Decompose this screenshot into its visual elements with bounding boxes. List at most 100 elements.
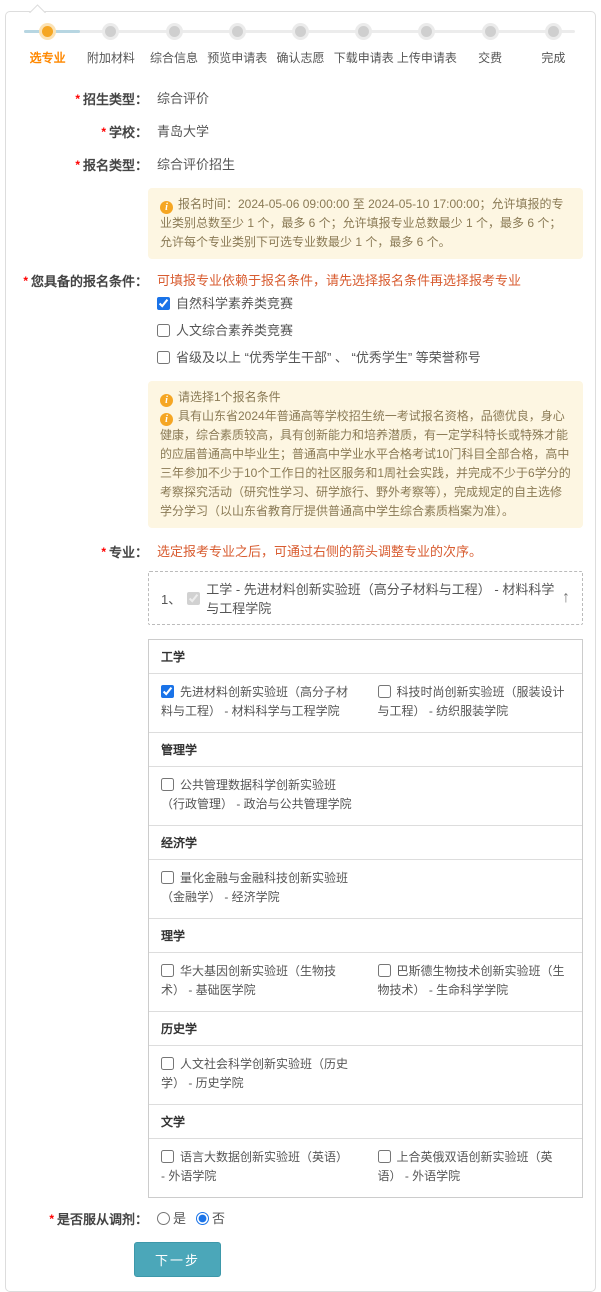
- stepper-steps: 选专业附加材料综合信息预览申请表确认志愿下载申请表上传申请表交费完成: [16, 25, 585, 66]
- condition-checkbox[interactable]: [157, 351, 170, 364]
- major-category-items: 华大基因创新实验班（生物技术） - 基础医学院 巴斯德生物技术创新实验班（生物技术…: [149, 952, 582, 1011]
- major-table: 工学先进材料创新实验班（高分子材料与工程） - 材料科学与工程学院科技时尚创新实…: [148, 639, 583, 1198]
- major-category-items: 语言大数据创新实验班（英语） - 外语学院上合英俄双语创新实验班（英语） - 外…: [149, 1138, 582, 1197]
- required-mark: *: [75, 158, 80, 172]
- condition-option-label: 省级及以上 “优秀学生干部” 、 “优秀学生” 等荣誉称号: [176, 350, 481, 365]
- conditions-hint: 可填报专业依赖于报名条件，请先选择报名条件再选择报考专业: [157, 271, 595, 291]
- condition-option-label: 人文综合素养类竞赛: [176, 323, 293, 338]
- stepper-step: 下载申请表: [332, 25, 395, 66]
- selected-major-checkbox: [187, 592, 200, 605]
- condition-option[interactable]: 人文综合素养类竞赛: [157, 321, 595, 341]
- major-option-label: 公共管理数据科学创新实验班（行政管理） - 政治与公共管理学院: [161, 778, 352, 811]
- major-category-header: 文学: [149, 1104, 582, 1138]
- step-label: 预览申请表: [206, 49, 269, 66]
- field-row-school: *学校： 青岛大学: [6, 122, 595, 143]
- required-mark: *: [23, 274, 28, 288]
- major-checkbox[interactable]: [161, 1150, 174, 1163]
- up-arrow-icon[interactable]: ↑: [562, 590, 570, 606]
- application-wizard-panel: 选专业附加材料综合信息预览申请表确认志愿下载申请表上传申请表交费完成 *招生类型…: [5, 11, 596, 1292]
- step-label: 选专业: [16, 49, 79, 66]
- info-icon: i: [160, 413, 173, 426]
- progress-stepper: 选专业附加材料综合信息预览申请表确认志愿下载申请表上传申请表交费完成: [6, 12, 595, 67]
- notice-line-text: 请选择1个报名条件: [178, 390, 281, 404]
- adjustment-option[interactable]: 是: [157, 1211, 186, 1226]
- selected-major-text: 工学 - 先进材料创新实验班（高分子材料与工程） - 材料科学与工程学院: [206, 579, 562, 617]
- major-option-label: 华大基因创新实验班（生物技术） - 基础医学院: [161, 964, 336, 997]
- required-mark: *: [49, 1212, 54, 1226]
- major-option[interactable]: 公共管理数据科学创新实验班（行政管理） - 政治与公共管理学院: [149, 771, 366, 819]
- step-label: 下载申请表: [332, 49, 395, 66]
- selected-major-item: 1、工学 - 先进材料创新实验班（高分子材料与工程） - 材料科学与工程学院↑: [148, 571, 583, 625]
- next-step-button[interactable]: 下一步: [134, 1242, 221, 1277]
- notice-line: i具有山东省2024年普通高等学校招生统一考试报名资格，品德优良，身心健康，综合…: [160, 407, 571, 521]
- condition-option[interactable]: 省级及以上 “优秀学生干部” 、 “优秀学生” 等荣誉称号: [157, 348, 595, 368]
- major-option[interactable]: 人文社会科学创新实验班（历史学） - 历史学院: [149, 1050, 366, 1098]
- adjustment-option-label: 是: [173, 1211, 186, 1226]
- major-category-header: 工学: [149, 640, 582, 673]
- adjustment-option[interactable]: 否: [196, 1211, 225, 1226]
- major-row: *专业： 选定报考专业之后，可通过右侧的箭头调整专业的次序。: [6, 542, 595, 563]
- major-option[interactable]: 华大基因创新实验班（生物技术） - 基础医学院: [149, 957, 366, 1005]
- stepper-step: 交费: [459, 25, 522, 66]
- stepper-step: 附加材料: [79, 25, 142, 66]
- major-option[interactable]: 量化金融与金融科技创新实验班（金融学） - 经济学院: [149, 864, 366, 912]
- recruit-type-label: *招生类型：: [6, 89, 148, 110]
- step-label: 确认志愿: [269, 49, 332, 66]
- major-category-header: 理学: [149, 918, 582, 952]
- major-category-items: 量化金融与金融科技创新实验班（金融学） - 经济学院: [149, 859, 582, 918]
- condition-checkbox[interactable]: [157, 297, 170, 310]
- major-checkbox[interactable]: [161, 871, 174, 884]
- step-dot-icon: [358, 26, 369, 37]
- major-checkbox[interactable]: [161, 778, 174, 791]
- step-label: 上传申请表: [395, 49, 458, 66]
- major-checkbox[interactable]: [161, 685, 174, 698]
- apply-type-value: 综合评价招生: [148, 155, 235, 175]
- notice-line-text: 具有山东省2024年普通高等学校招生统一考试报名资格，品德优良，身心健康，综合素…: [160, 409, 571, 518]
- adjustment-options: 是否: [148, 1209, 235, 1229]
- step-dot-icon: [485, 26, 496, 37]
- major-option-label: 量化金融与金融科技创新实验班（金融学） - 经济学院: [161, 871, 348, 904]
- stepper-step: 完成: [522, 25, 585, 66]
- major-checkbox[interactable]: [161, 964, 174, 977]
- step-label: 附加材料: [79, 49, 142, 66]
- major-category-items: 公共管理数据科学创新实验班（行政管理） - 政治与公共管理学院: [149, 766, 582, 825]
- major-option[interactable]: 科技时尚创新实验班（服装设计与工程） - 纺织服装学院: [366, 678, 583, 726]
- major-option-label: 上合英俄双语创新实验班（英语） - 外语学院: [378, 1150, 553, 1183]
- step-dot-icon: [548, 26, 559, 37]
- major-category-items: 人文社会科学创新实验班（历史学） - 历史学院: [149, 1045, 582, 1104]
- step-dot-icon: [169, 26, 180, 37]
- adjustment-radio[interactable]: [157, 1212, 170, 1225]
- apply-type-label: *报名类型：: [6, 155, 148, 176]
- condition-option[interactable]: 自然科学素养类竞赛: [157, 294, 595, 314]
- stepper-step: 上传申请表: [395, 25, 458, 66]
- stepper-step: 预览申请表: [206, 25, 269, 66]
- major-category-header: 管理学: [149, 732, 582, 766]
- major-checkbox[interactable]: [378, 964, 391, 977]
- major-option[interactable]: 上合英俄双语创新实验班（英语） - 外语学院: [366, 1143, 583, 1191]
- condition-options: 自然科学素养类竞赛人文综合素养类竞赛省级及以上 “优秀学生干部” 、 “优秀学生…: [157, 294, 595, 368]
- major-checkbox[interactable]: [161, 1057, 174, 1070]
- major-option[interactable]: 先进材料创新实验班（高分子材料与工程） - 材料科学与工程学院: [149, 678, 366, 726]
- major-checkbox[interactable]: [378, 685, 391, 698]
- time-notice: i报名时间：2024-05-06 09:00:00 至 2024-05-10 1…: [148, 188, 583, 259]
- conditions-row: *您具备的报名条件： 可填报专业依赖于报名条件，请先选择报名条件再选择报考专业 …: [6, 271, 595, 375]
- major-option-label: 巴斯德生物技术创新实验班（生物技术） - 生命科学学院: [378, 964, 565, 997]
- adjustment-option-label: 否: [212, 1211, 225, 1226]
- recruit-type-value: 综合评价: [148, 89, 209, 109]
- condition-checkbox[interactable]: [157, 324, 170, 337]
- stepper-step: 综合信息: [142, 25, 205, 66]
- field-row-recruit-type: *招生类型： 综合评价: [6, 89, 595, 110]
- condition-option-label: 自然科学素养类竞赛: [176, 296, 293, 311]
- major-option[interactable]: 巴斯德生物技术创新实验班（生物技术） - 生命科学学院: [366, 957, 583, 1005]
- adjustment-radio[interactable]: [196, 1212, 209, 1225]
- major-checkbox[interactable]: [378, 1150, 391, 1163]
- step-label: 综合信息: [142, 49, 205, 66]
- step-dot-icon: [105, 26, 116, 37]
- stepper-step: 选专业: [16, 25, 79, 66]
- major-option[interactable]: 语言大数据创新实验班（英语） - 外语学院: [149, 1143, 366, 1191]
- application-form: *招生类型： 综合评价 *学校： 青岛大学 *报名类型： 综合评价招生 i报名时…: [6, 89, 595, 1277]
- required-mark: *: [75, 92, 80, 106]
- major-category-items: 先进材料创新实验班（高分子材料与工程） - 材料科学与工程学院科技时尚创新实验班…: [149, 673, 582, 732]
- step-dot-icon: [295, 26, 306, 37]
- adjustment-label: *是否服从调剂：: [6, 1209, 148, 1230]
